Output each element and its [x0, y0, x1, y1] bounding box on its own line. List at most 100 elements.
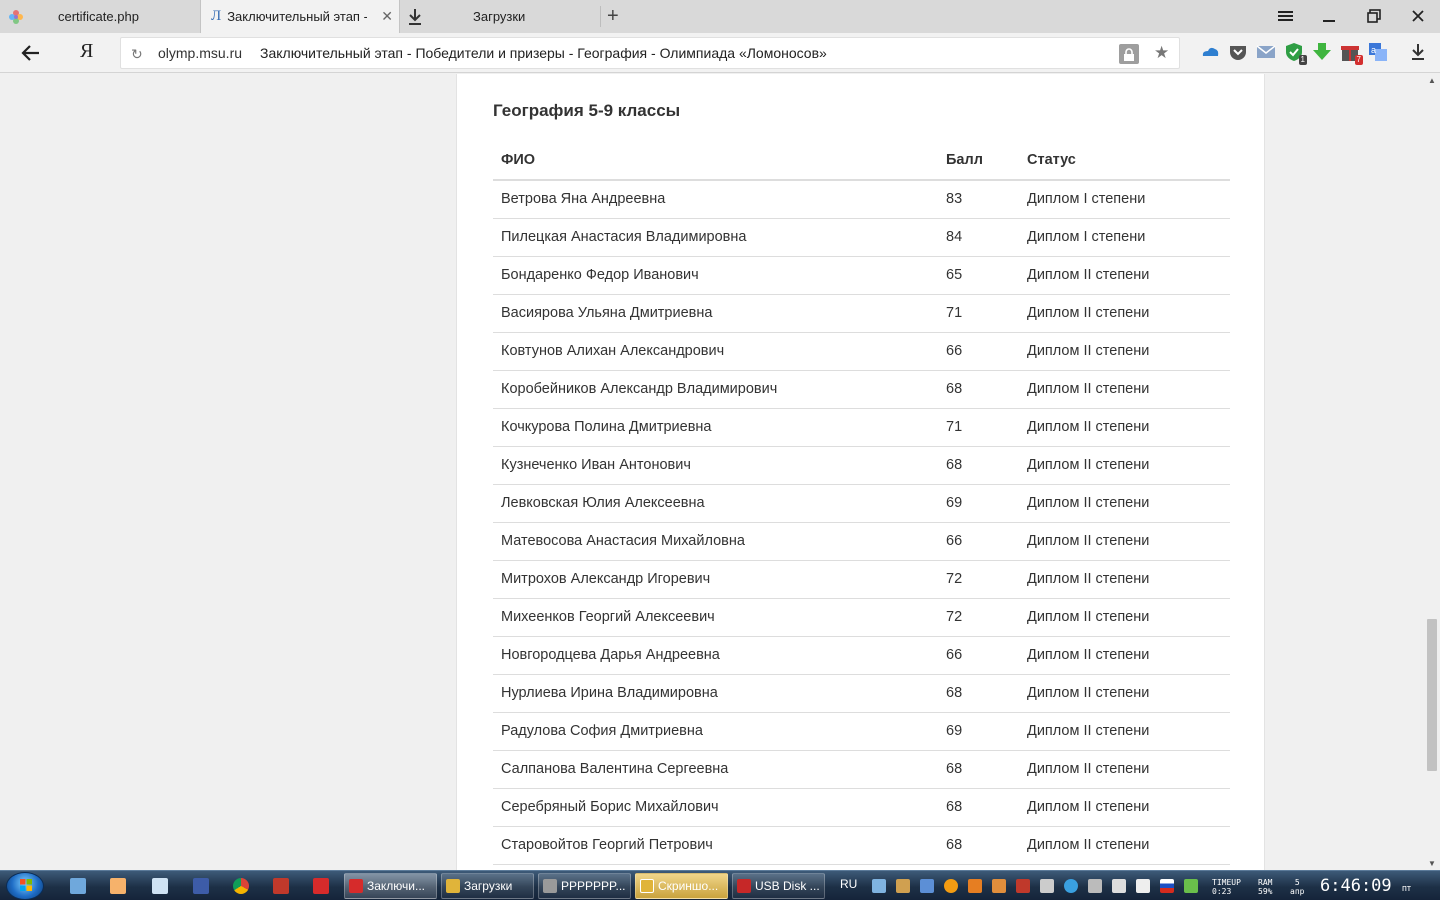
results-body: Ветрова Яна Андреевна 83 Диплом I степени П…	[493, 180, 1230, 865]
cell-name: Радулова София Дмитриевна	[493, 712, 938, 751]
cell-score: 65	[938, 256, 1019, 295]
table-row: Новгородцева Дарья Андреевна 66 Диплом II …	[493, 636, 1230, 675]
quicklaunch-yandex-icon[interactable]	[313, 878, 329, 894]
cell-name: Васиярова Ульяна Дмитриевна	[493, 294, 938, 333]
minimize-icon	[1323, 20, 1335, 22]
ram-label: RAM 59%	[1258, 878, 1272, 896]
cell-status: Диплом II степени	[1019, 598, 1230, 637]
tray-signal-icon[interactable]	[1040, 879, 1054, 893]
back-arrow-icon[interactable]	[20, 42, 42, 64]
close-window-button[interactable]	[1406, 5, 1430, 27]
tray-monitor-icon[interactable]	[1088, 879, 1102, 893]
table-row: Кузнеченко Иван Антонович 68 Диплом II сте…	[493, 446, 1230, 485]
tray-hand-icon[interactable]	[992, 879, 1006, 893]
cell-name: Салпанова Валентина Сергеевна	[493, 750, 938, 789]
quicklaunch-media-icon[interactable]	[110, 878, 126, 894]
reload-icon[interactable]: ↻	[131, 46, 143, 63]
cell-score: 72	[938, 560, 1019, 599]
download-arrow-icon[interactable]	[1312, 42, 1332, 62]
table-row: Левковская Юлия Алексеевна 69 Диплом II ст…	[493, 484, 1230, 523]
shield-icon[interactable]: 1	[1284, 42, 1307, 65]
cell-status: Диплом II степени	[1019, 522, 1230, 561]
address-bar[interactable]: ↻ olymp.msu.ru Заключительный этап - Поб…	[120, 37, 1180, 69]
cloud-icon[interactable]	[1200, 42, 1220, 62]
pocket-icon[interactable]	[1228, 42, 1248, 62]
navigation-bar: Я ↻ olymp.msu.ru Заключительный этап - П…	[0, 33, 1440, 73]
ram-title: RAM	[1258, 878, 1273, 887]
new-tab-button[interactable]: +	[607, 5, 619, 28]
lock-icon[interactable]	[1119, 44, 1139, 64]
cell-name: Коробейников Александр Владимирович	[493, 370, 938, 409]
taskbar: Заключи... Загрузки PPPPPPP... Скриншо..…	[0, 870, 1440, 900]
tab-olymp[interactable]: Л Заключительный этап - П ✕	[200, 0, 400, 33]
cell-score: 83	[938, 180, 1019, 219]
close-icon[interactable]: ✕	[381, 8, 393, 25]
taskbar-item-drive[interactable]: PPPPPPP...	[538, 873, 631, 899]
windows-logo-icon	[20, 879, 32, 891]
mail-icon[interactable]	[1256, 42, 1276, 62]
tray-globe-icon[interactable]	[1064, 879, 1078, 893]
tray-pen-icon[interactable]	[1184, 879, 1198, 893]
folder-icon	[640, 879, 654, 893]
cell-status: Диплом II степени	[1019, 750, 1230, 789]
cell-name: Серебряный Борис Михайлович	[493, 788, 938, 827]
tab-certificate[interactable]: certificate.php	[0, 0, 200, 33]
taskbar-item-usb-disk[interactable]: USB Disk ...	[732, 873, 825, 899]
cell-status: Диплом II степени	[1019, 294, 1230, 333]
quicklaunch-desktop-icon[interactable]	[70, 878, 86, 894]
table-row: Ковтунов Алихан Александрович 66 Диплом II…	[493, 332, 1230, 371]
quicklaunch-floppy-icon[interactable]	[193, 878, 209, 894]
gift-icon[interactable]: 7	[1340, 42, 1363, 65]
downloads-icon[interactable]	[1410, 43, 1426, 61]
language-indicator[interactable]: RU	[840, 877, 857, 891]
results-table: ФИО Балл Статус Ветрова Яна Андреевна 83 Д…	[493, 140, 1230, 865]
quicklaunch-chrome-icon[interactable]	[233, 878, 249, 894]
cell-score: 71	[938, 294, 1019, 333]
tray-flower-icon[interactable]	[944, 879, 958, 893]
scroll-down-arrow-icon[interactable]: ▼	[1428, 859, 1436, 868]
taskbar-item-screenshots[interactable]: Скриншо...	[635, 873, 728, 899]
system-clock[interactable]: 6:46:09	[1320, 876, 1392, 896]
translate-icon[interactable]: a	[1368, 42, 1388, 62]
yandex-button[interactable]: Я	[80, 40, 93, 63]
taskbar-item-label: USB Disk ...	[755, 879, 820, 893]
cell-score: 66	[938, 332, 1019, 371]
restore-icon	[1367, 9, 1381, 23]
scroll-up-arrow-icon[interactable]: ▲	[1428, 76, 1436, 85]
tray-network-icon[interactable]	[872, 879, 886, 893]
menu-button[interactable]	[1274, 5, 1298, 27]
taskbar-item-browser[interactable]: Заключи...	[344, 873, 437, 899]
cell-score: 84	[938, 218, 1019, 257]
tray-device-icon[interactable]	[1112, 879, 1126, 893]
drive-icon	[543, 879, 557, 893]
table-row: Старовойтов Георгий Петрович 68 Диплом II …	[493, 826, 1230, 865]
cell-name: Ветрова Яна Андреевна	[493, 180, 938, 219]
cell-status: Диплом II степени	[1019, 674, 1230, 713]
start-button[interactable]	[6, 872, 44, 900]
cell-status: Диплом I степени	[1019, 218, 1230, 257]
tab-downloads[interactable]: Загрузки	[473, 0, 600, 33]
timeup-value: 0:23	[1212, 887, 1232, 896]
table-row: Михеенков Георгий Алексеевич 72 Диплом II …	[493, 598, 1230, 637]
tray-app-icon[interactable]	[896, 879, 910, 893]
url-domain: olymp.msu.ru	[158, 45, 243, 61]
scrollbar-thumb[interactable]	[1427, 619, 1437, 771]
tray-display-icon[interactable]	[920, 879, 934, 893]
tray-volume-icon[interactable]	[1136, 879, 1150, 893]
bookmark-star-icon[interactable]: ★	[1154, 43, 1169, 63]
taskbar-item-downloads[interactable]: Загрузки	[441, 873, 534, 899]
cell-name: Левковская Юлия Алексеевна	[493, 484, 938, 523]
cell-name: Матевосова Анастасия Михайловна	[493, 522, 938, 561]
table-row: Нурлиева Ирина Владимировна 68 Диплом II с…	[493, 674, 1230, 713]
quicklaunch-notepad-icon[interactable]	[152, 878, 168, 894]
tray-shield-icon[interactable]	[1016, 879, 1030, 893]
restore-button[interactable]	[1362, 5, 1386, 27]
tray-speaker-icon[interactable]	[968, 879, 982, 893]
vertical-scrollbar[interactable]: ▲ ▼	[1424, 74, 1440, 870]
download-icon[interactable]	[407, 8, 423, 26]
quicklaunch-reader-icon[interactable]	[273, 878, 289, 894]
minimize-button[interactable]	[1318, 5, 1342, 27]
letter-l-icon: Л	[211, 8, 222, 24]
table-row: Матевосова Анастасия Михайловна 66 Диплом …	[493, 522, 1230, 561]
tray-flag-ru-icon[interactable]	[1160, 879, 1174, 893]
